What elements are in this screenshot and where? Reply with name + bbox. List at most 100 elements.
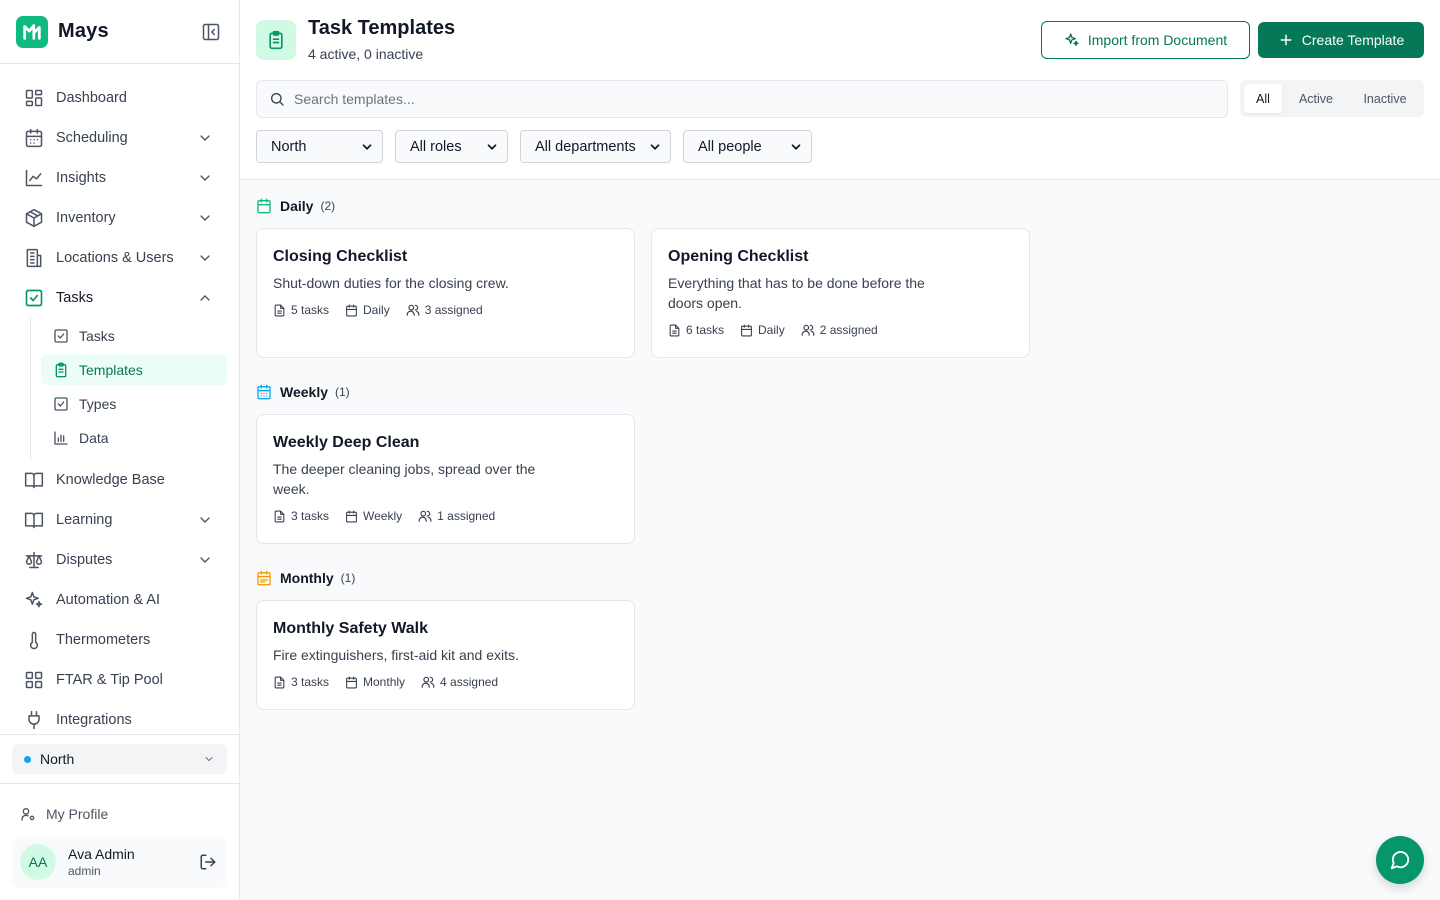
calendar-icon — [345, 676, 358, 689]
subnav-item-label: Types — [79, 395, 117, 412]
template-meta: 6 tasks Daily 2 assigned — [668, 323, 1013, 337]
search-box — [256, 80, 1228, 118]
building-icon — [24, 248, 44, 268]
subnav-item-label: Tasks — [79, 327, 115, 344]
plus-icon — [1278, 32, 1294, 48]
logout-icon[interactable] — [199, 853, 217, 871]
status-filter-active[interactable]: Active — [1282, 84, 1350, 113]
group-header-daily: Daily (2) — [256, 196, 335, 216]
chevron-down-icon — [648, 140, 662, 154]
roles-filter-select[interactable]: All roles — [395, 130, 508, 163]
template-task-count: 5 tasks — [291, 303, 330, 317]
sidebar-item-label: FTAR & Tip Pool — [56, 672, 163, 688]
search-input[interactable] — [294, 91, 1215, 107]
location-filter-select[interactable]: North — [256, 130, 383, 163]
location-name: North — [40, 751, 75, 767]
sidebar-item-thermometers[interactable]: Thermometers — [0, 620, 239, 660]
panel-left-icon — [202, 23, 220, 40]
template-card[interactable]: Weekly Deep Clean The deeper cleaning jo… — [256, 414, 635, 544]
page-header: Task Templates 4 active, 0 inactive Impo… — [240, 0, 1440, 180]
group-header-weekly: Weekly (1) — [256, 382, 350, 402]
clipboard-icon — [256, 20, 296, 60]
calendar-icon — [740, 324, 753, 337]
create-template-button[interactable]: Create Template — [1258, 22, 1424, 58]
template-description: Everything that has to be done before th… — [668, 275, 925, 311]
subnav-item-data[interactable]: Data — [41, 422, 227, 453]
group-name: Weekly — [280, 384, 328, 400]
collapse-sidebar-button[interactable] — [199, 20, 223, 44]
chevron-down-icon — [203, 753, 215, 765]
template-card[interactable]: Monthly Safety Walk Fire extinguishers, … — [256, 600, 635, 710]
departments-filter-value: All departments — [535, 138, 636, 155]
location-status-dot — [24, 755, 31, 763]
subnav-item-types[interactable]: Types — [41, 388, 227, 419]
status-filter: All Active Inactive — [1240, 80, 1424, 117]
square-check-icon — [53, 328, 69, 344]
sidebar-item-scheduling[interactable]: Scheduling — [0, 118, 239, 158]
departments-filter-select[interactable]: All departments — [520, 130, 671, 163]
sidebar-item-tasks[interactable]: Tasks — [0, 278, 239, 318]
subnav-item-tasks[interactable]: Tasks — [41, 320, 227, 351]
template-title: Monthly Safety Walk — [273, 620, 428, 637]
sidebar-divider — [0, 783, 239, 784]
sidebar-item-label: Insights — [56, 170, 106, 186]
template-assigned-count: 1 assigned — [437, 509, 496, 523]
sidebar-item-dashboard[interactable]: Dashboard — [0, 78, 239, 118]
sidebar-item-locations-users[interactable]: Locations & Users — [0, 238, 239, 278]
sidebar-item-learning[interactable]: Learning — [0, 500, 239, 540]
sidebar-item-label: Automation & AI — [56, 592, 160, 608]
sidebar-item-label: Integrations — [56, 712, 132, 728]
template-card[interactable]: Closing Checklist Shut-down duties for t… — [256, 228, 635, 358]
template-meta: 3 tasks Monthly 4 assigned — [273, 675, 618, 689]
status-filter-all[interactable]: All — [1244, 84, 1282, 113]
sparkles-icon — [1064, 32, 1080, 48]
subnav-item-templates[interactable]: Templates — [41, 354, 227, 385]
sidebar-item-inventory[interactable]: Inventory — [0, 198, 239, 238]
sidebar-item-label: Scheduling — [56, 130, 128, 146]
status-filter-inactive[interactable]: Inactive — [1350, 84, 1420, 113]
sidebar-item-knowledge-base[interactable]: Knowledge Base — [0, 460, 239, 500]
file-text-icon — [273, 510, 286, 523]
group-header-monthly: Monthly (1) — [256, 568, 355, 588]
template-task-count: 3 tasks — [291, 509, 330, 523]
template-task-count: 3 tasks — [291, 675, 330, 689]
sidebar-item-label: Tasks — [56, 290, 94, 306]
my-profile-link[interactable]: My Profile — [20, 803, 108, 825]
subnav-item-label: Data — [79, 429, 109, 446]
chevron-down-icon — [195, 128, 215, 148]
page-title: Task Templates — [308, 17, 456, 39]
users-icon — [801, 323, 815, 337]
template-description: The deeper cleaning jobs, spread over th… — [273, 461, 536, 497]
clipboard-icon — [53, 362, 69, 378]
group-count: (1) — [340, 571, 356, 585]
location-selector[interactable]: North — [12, 744, 227, 774]
chat-button[interactable] — [1376, 836, 1424, 884]
brand-header: Mays — [0, 0, 239, 64]
sidebar-item-automation-ai[interactable]: Automation & AI — [0, 580, 239, 620]
group-count: (1) — [335, 385, 350, 399]
chevron-down-icon — [360, 140, 374, 154]
sparkles-icon — [24, 590, 44, 610]
import-from-document-button[interactable]: Import from Document — [1041, 21, 1250, 59]
template-card[interactable]: Opening Checklist Everything that has to… — [651, 228, 1030, 358]
calendar-icon — [256, 384, 272, 400]
template-title: Weekly Deep Clean — [273, 434, 420, 451]
sidebar-item-disputes[interactable]: Disputes — [0, 540, 239, 580]
chevron-down-icon — [195, 550, 215, 570]
sidebar-item-ftar-tip-pool[interactable]: FTAR & Tip Pool — [0, 660, 239, 700]
main-content: Task Templates 4 active, 0 inactive Impo… — [240, 0, 1440, 900]
create-button-label: Create Template — [1301, 32, 1405, 48]
people-filter-select[interactable]: All people — [683, 130, 812, 163]
scale-icon — [24, 550, 44, 570]
template-meta: 3 tasks Weekly 1 assigned — [273, 509, 618, 523]
my-profile-label: My Profile — [46, 806, 109, 822]
user-role: admin — [68, 864, 101, 878]
sidebar-item-insights[interactable]: Insights — [0, 158, 239, 198]
template-description: Shut-down duties for the closing crew. — [273, 275, 509, 291]
chevron-down-icon — [485, 140, 499, 154]
sidebar-item-label: Locations & Users — [56, 250, 174, 266]
sidebar-item-label: Dashboard — [56, 90, 127, 106]
chevron-down-icon — [195, 510, 215, 530]
calendar-icon — [256, 570, 272, 586]
sidebar-item-label: Learning — [56, 512, 113, 528]
